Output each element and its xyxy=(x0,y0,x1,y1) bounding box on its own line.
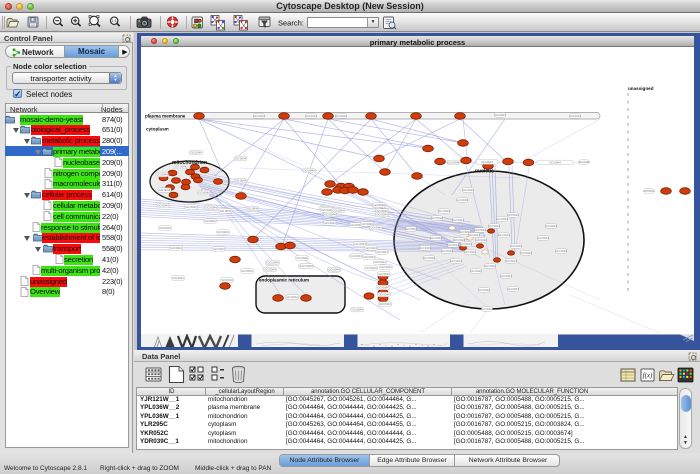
svg-text:GO:0044: GO:0044 xyxy=(324,213,336,217)
svg-text:GO:0044: GO:0044 xyxy=(447,243,459,247)
svg-text:GO:0044: GO:0044 xyxy=(204,219,216,223)
svg-text:GO:0044: GO:0044 xyxy=(324,221,336,225)
svg-text:GO:0044: GO:0044 xyxy=(213,247,225,251)
svg-text:GO:0044: GO:0044 xyxy=(235,157,247,161)
svg-text:GO:0044: GO:0044 xyxy=(470,269,482,273)
svg-text:GO:0044: GO:0044 xyxy=(496,217,508,221)
svg-text:GO:0044: GO:0044 xyxy=(172,276,184,280)
svg-text:GO:0044: GO:0044 xyxy=(452,218,464,222)
svg-text:f(x): f(x) xyxy=(643,372,653,380)
svg-text:GO:0044: GO:0044 xyxy=(545,224,557,228)
svg-text:GO:0044: GO:0044 xyxy=(462,188,474,192)
svg-text:GO:0044: GO:0044 xyxy=(159,226,171,230)
svg-text:1:1: 1:1 xyxy=(112,19,117,23)
svg-text:GO:0044: GO:0044 xyxy=(423,256,435,260)
svg-text:GO:0044: GO:0044 xyxy=(478,288,490,292)
svg-text:GO:0044: GO:0044 xyxy=(431,216,443,220)
svg-text:GO:0044: GO:0044 xyxy=(643,189,655,193)
svg-text:GO:0044: GO:0044 xyxy=(198,191,210,195)
svg-text:GO:0044: GO:0044 xyxy=(481,307,493,311)
svg-text:GO:0044: GO:0044 xyxy=(475,238,487,242)
svg-text:GO:0044: GO:0044 xyxy=(156,173,168,177)
svg-text:GO:0044: GO:0044 xyxy=(301,264,313,268)
svg-text:GO:0044: GO:0044 xyxy=(377,286,389,290)
svg-text:GO:0044: GO:0044 xyxy=(305,114,317,118)
svg-text:GO:0044: GO:0044 xyxy=(405,227,417,231)
svg-text:GO:0044: GO:0044 xyxy=(190,151,202,155)
svg-text:GO:0044: GO:0044 xyxy=(264,268,276,272)
svg-text:GO:0044: GO:0044 xyxy=(438,209,450,213)
svg-text:GO:0044: GO:0044 xyxy=(378,293,390,297)
svg-text:GO:0044: GO:0044 xyxy=(460,242,472,246)
svg-text:GO:0044: GO:0044 xyxy=(450,259,462,263)
svg-text:GO:0044: GO:0044 xyxy=(380,265,392,269)
svg-text:GO:0044: GO:0044 xyxy=(507,213,519,217)
svg-text:GO:0044: GO:0044 xyxy=(157,204,169,208)
svg-text:GO:0044: GO:0044 xyxy=(447,161,459,165)
svg-text:GO:0044: GO:0044 xyxy=(185,205,197,209)
svg-text:GO:0044: GO:0044 xyxy=(379,302,391,306)
svg-text:GO:0044: GO:0044 xyxy=(241,269,253,273)
svg-text:GO:0044: GO:0044 xyxy=(507,287,519,291)
svg-text:GO:0044: GO:0044 xyxy=(481,160,493,164)
svg-text:GO:0044: GO:0044 xyxy=(456,198,468,202)
svg-text:GO:0044: GO:0044 xyxy=(537,236,549,240)
svg-text:GO:0044: GO:0044 xyxy=(370,226,382,230)
svg-text:GO:0044: GO:0044 xyxy=(430,236,442,240)
svg-text:GO:0044: GO:0044 xyxy=(350,254,362,258)
svg-text:GO:0044: GO:0044 xyxy=(498,233,510,237)
svg-text:GO:0044: GO:0044 xyxy=(296,256,308,260)
svg-text:GO:0044: GO:0044 xyxy=(578,160,590,164)
svg-text:GO:0044: GO:0044 xyxy=(376,250,388,254)
svg-text:GO:0044: GO:0044 xyxy=(365,266,377,270)
svg-text:GO:0044: GO:0044 xyxy=(335,114,347,118)
svg-text:GO:0044: GO:0044 xyxy=(441,249,453,253)
svg-text:GO:0044: GO:0044 xyxy=(363,255,375,259)
svg-text:GO:0044: GO:0044 xyxy=(569,114,581,118)
svg-text:GO:0044: GO:0044 xyxy=(205,206,217,210)
svg-text:GO:0044: GO:0044 xyxy=(159,188,171,192)
svg-text:GO:0044: GO:0044 xyxy=(419,246,431,250)
svg-text:cytoplasm: cytoplasm xyxy=(146,127,169,132)
svg-text:GO:0044: GO:0044 xyxy=(510,244,522,248)
svg-text:GO:0044: GO:0044 xyxy=(500,274,512,278)
svg-text:GO:0044: GO:0044 xyxy=(555,249,567,253)
svg-text:GO:0044: GO:0044 xyxy=(484,264,496,268)
svg-text:GO:0044: GO:0044 xyxy=(220,209,232,213)
svg-text:GO:0044: GO:0044 xyxy=(267,261,279,265)
svg-text:GO:0044: GO:0044 xyxy=(247,207,259,211)
svg-text:GO:0044: GO:0044 xyxy=(474,228,486,232)
svg-text:GO:0044: GO:0044 xyxy=(221,278,233,282)
svg-text:GO:0044: GO:0044 xyxy=(520,251,532,255)
svg-text:GO:0044: GO:0044 xyxy=(170,246,182,250)
svg-text:GO:0044: GO:0044 xyxy=(303,169,315,173)
svg-text:GO:0044: GO:0044 xyxy=(374,260,386,264)
svg-text:GO:0044: GO:0044 xyxy=(549,161,561,165)
svg-text:GO:0044: GO:0044 xyxy=(378,272,390,276)
svg-text:GO:0044: GO:0044 xyxy=(488,224,500,228)
svg-text:GO:0044: GO:0044 xyxy=(494,113,506,117)
svg-text:mitochondrion: mitochondrion xyxy=(172,160,207,166)
svg-text:GO:0044: GO:0044 xyxy=(376,213,388,217)
svg-text:GO:0044: GO:0044 xyxy=(505,259,517,263)
svg-text:plasma membrane: plasma membrane xyxy=(145,114,186,119)
svg-text:GO:0044: GO:0044 xyxy=(328,268,340,272)
svg-text:GO:0044: GO:0044 xyxy=(468,233,480,237)
svg-text:GO:0044: GO:0044 xyxy=(235,179,247,183)
svg-text:GO:0044: GO:0044 xyxy=(464,250,476,254)
svg-text:GO:0044: GO:0044 xyxy=(253,114,265,118)
svg-text:nucleus: nucleus xyxy=(475,169,494,175)
svg-text:GO:0044: GO:0044 xyxy=(217,230,229,234)
svg-text:Search:: Search: xyxy=(278,19,304,28)
svg-text:GO:0044: GO:0044 xyxy=(351,308,363,312)
svg-text:endoplasmic reticulum: endoplasmic reticulum xyxy=(259,278,309,283)
svg-text:GO:0044: GO:0044 xyxy=(286,295,298,299)
svg-text:unassigned: unassigned xyxy=(628,86,654,91)
